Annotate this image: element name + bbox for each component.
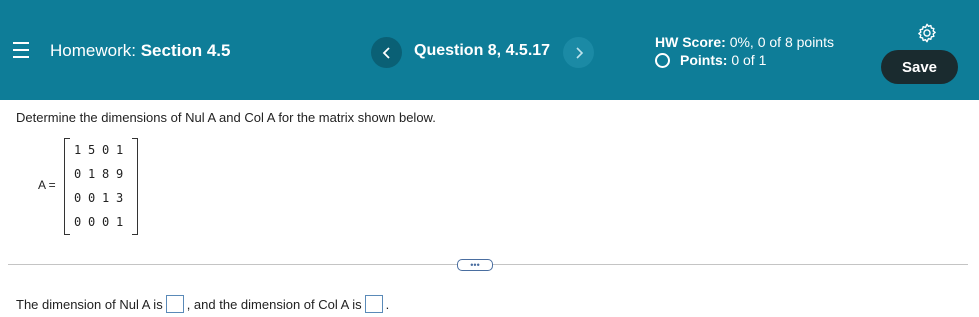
matrix-row: 0013	[74, 191, 130, 205]
matrix-cell: 3	[116, 191, 124, 205]
matrix-cell: 0	[74, 215, 82, 229]
matrix-cell: 0	[74, 191, 82, 205]
col-dimension-input[interactable]	[364, 295, 383, 313]
matrix-cell: 0	[102, 215, 110, 229]
save-button[interactable]: Save	[881, 50, 958, 84]
matrix-cell: 1	[74, 143, 82, 157]
hamburger-menu-icon[interactable]	[13, 42, 29, 60]
answer-text-end: .	[385, 296, 390, 312]
question-prompt: Determine the dimensions of Nul A and Co…	[16, 110, 436, 125]
hw-score-value: 0%, 0 of 8 points	[729, 34, 834, 50]
matrix-cell: 1	[116, 215, 124, 229]
nul-dimension-input[interactable]	[165, 295, 184, 313]
hw-score-label: HW Score:	[655, 34, 726, 50]
matrix-label: A =	[38, 178, 56, 192]
matrix: 1501 0189 0013 0001	[64, 138, 138, 235]
matrix-left-bracket	[64, 138, 70, 235]
hw-score: HW Score: 0%, 0 of 8 points	[655, 34, 834, 50]
expand-more-button[interactable]: •••	[457, 259, 493, 271]
homework-title: Homework: Section 4.5	[50, 41, 230, 61]
points-status: Points: 0 of 1	[655, 52, 766, 68]
points-value: 0 of 1	[731, 52, 767, 68]
matrix-cell: 5	[88, 143, 96, 157]
matrix-cell: 0	[102, 143, 110, 157]
answer-text-nul: The dimension of Nul A is	[16, 296, 163, 312]
matrix-cell: 8	[102, 167, 110, 181]
matrix-cell: 0	[88, 191, 96, 205]
top-bar: Homework: Section 4.5 Question 8, 4.5.17…	[0, 0, 979, 100]
previous-question-button[interactable]	[371, 37, 402, 68]
matrix-cell: 1	[88, 167, 96, 181]
matrix-cell: 1	[116, 143, 124, 157]
answer-line: The dimension of Nul A is , and the dime…	[16, 295, 389, 313]
matrix-cell: 0	[88, 215, 96, 229]
next-question-button[interactable]	[563, 37, 594, 68]
chevron-left-icon	[382, 46, 390, 59]
question-label: Question 8, 4.5.17	[414, 42, 551, 59]
matrix-row: 1501	[74, 143, 130, 157]
answer-text-col: , and the dimension of Col A is	[186, 296, 362, 312]
matrix-row: 0001	[74, 215, 130, 229]
matrix-cell: 9	[116, 167, 124, 181]
matrix-cell: 0	[74, 167, 82, 181]
matrix-cell: 1	[102, 191, 110, 205]
gear-icon[interactable]	[916, 22, 938, 44]
points-status-circle-icon	[655, 52, 670, 68]
chevron-right-icon	[575, 46, 583, 59]
matrix-right-bracket	[132, 138, 138, 235]
homework-section: Section 4.5	[140, 41, 231, 60]
points-label: Points:	[680, 52, 728, 68]
matrix-row: 0189	[74, 167, 130, 181]
homework-prefix: Homework:	[50, 41, 136, 60]
